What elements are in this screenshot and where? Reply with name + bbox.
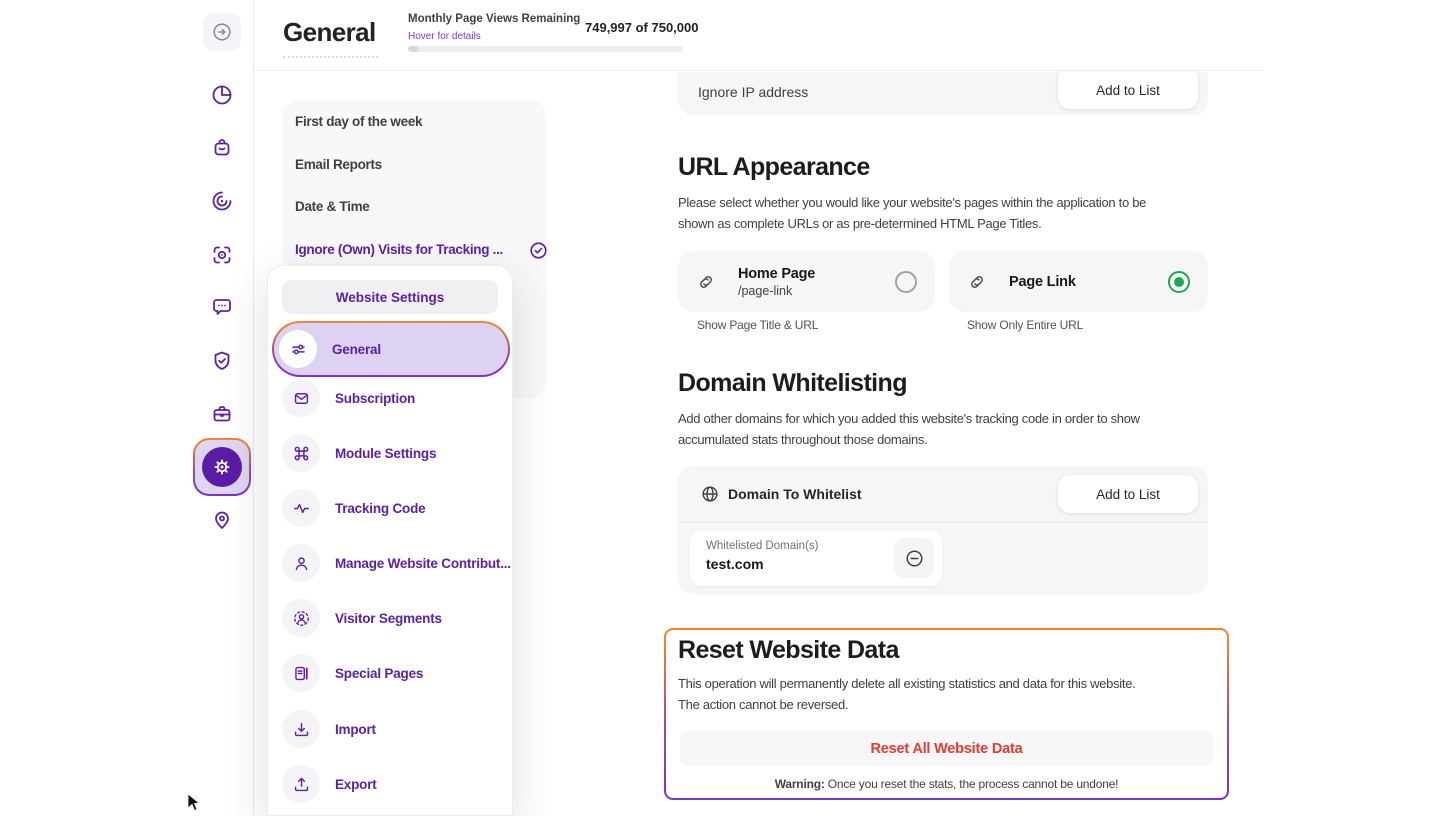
briefcase-icon[interactable] bbox=[202, 394, 242, 434]
settings-row-email-reports[interactable]: Email Reports bbox=[295, 157, 534, 177]
reset-description: This operation will permanently delete a… bbox=[678, 673, 1135, 715]
link-icon bbox=[967, 272, 987, 292]
link-icon bbox=[696, 272, 716, 292]
menu-item-label: Special Pages bbox=[335, 666, 423, 681]
whitelisted-domain-label: Whitelisted Domain(s) bbox=[706, 540, 818, 552]
sliders-icon bbox=[279, 330, 317, 368]
reset-warning: Warning: Once you reset the stats, the p… bbox=[666, 777, 1227, 791]
page-header: General Monthly Page Views Remaining Hov… bbox=[255, 0, 1264, 71]
sidebar-toggle-icon[interactable] bbox=[203, 13, 241, 51]
user-icon bbox=[282, 544, 320, 582]
domain-whitelist-card: Domain To Whitelist Add to List Whitelis… bbox=[678, 466, 1208, 594]
option-sublabel: /page-link bbox=[738, 284, 815, 298]
url-appearance-description: Please select whether you would like you… bbox=[678, 192, 1146, 234]
option-page-link[interactable]: Page Link bbox=[949, 251, 1208, 312]
settings-row-first-day[interactable]: First day of the week bbox=[295, 114, 534, 134]
pulse-icon bbox=[282, 489, 320, 527]
user-segment-icon bbox=[282, 599, 320, 637]
hover-for-details-link[interactable]: Hover for details bbox=[408, 31, 481, 42]
menu-item-label: Manage Website Contribut... bbox=[335, 556, 511, 571]
remove-domain-button[interactable] bbox=[894, 538, 934, 578]
bag-icon[interactable] bbox=[202, 128, 242, 168]
pie-chart-icon[interactable] bbox=[202, 75, 242, 115]
whitelisted-domain-value: test.com bbox=[706, 556, 764, 572]
settings-gear-button[interactable] bbox=[195, 440, 249, 494]
check-circle-icon bbox=[528, 240, 549, 261]
menu-item-label: Tracking Code bbox=[335, 501, 425, 516]
focus-icon[interactable] bbox=[202, 235, 242, 275]
menu-item-general-highlight: General bbox=[272, 321, 510, 377]
shield-check-icon[interactable] bbox=[202, 341, 242, 381]
settings-row-date-time[interactable]: Date & Time bbox=[295, 199, 534, 219]
menu-item-label: Subscription bbox=[335, 391, 415, 406]
minus-circle-icon bbox=[904, 548, 925, 569]
gear-icon bbox=[202, 447, 242, 487]
domain-to-whitelist-input[interactable]: Domain To Whitelist bbox=[728, 486, 862, 502]
pageviews-progress-bar bbox=[408, 46, 683, 52]
icon-rail bbox=[0, 0, 254, 816]
radio-unselected[interactable] bbox=[895, 271, 917, 293]
menu-item-tracking-code[interactable]: Tracking Code bbox=[278, 485, 504, 531]
divider bbox=[678, 522, 1208, 523]
pageviews-value: 749,997 of 750,000 bbox=[585, 20, 698, 35]
title-underline bbox=[283, 56, 378, 58]
location-pin-icon[interactable] bbox=[202, 501, 242, 541]
menu-item-label: General bbox=[332, 342, 381, 357]
website-settings-menu: Website Settings General Subscription Mo… bbox=[267, 265, 513, 816]
reset-website-data-card: Reset Website Data This operation will p… bbox=[666, 630, 1227, 798]
ignore-ip-input[interactable]: Ignore IP address bbox=[698, 84, 808, 100]
menu-item-import[interactable]: Import bbox=[278, 706, 504, 752]
pages-icon bbox=[282, 654, 320, 692]
domain-whitelisting-title: Domain Whitelisting bbox=[678, 369, 907, 398]
menu-item-general[interactable]: General bbox=[274, 323, 508, 375]
add-to-list-button-ip[interactable]: Add to List bbox=[1058, 72, 1198, 109]
settings-gear-highlight bbox=[193, 438, 251, 496]
menu-header: Website Settings bbox=[282, 280, 498, 314]
option-label: Home Page bbox=[738, 266, 815, 282]
menu-item-export[interactable]: Export bbox=[278, 761, 504, 807]
option-home-page[interactable]: Home Page /page-link bbox=[678, 251, 935, 312]
menu-item-label: Import bbox=[335, 722, 376, 737]
url-appearance-title: URL Appearance bbox=[678, 153, 870, 182]
settings-row-ignore-visits[interactable]: Ignore (Own) Visits for Tracking ... bbox=[295, 242, 534, 262]
option-caption: Show Page Title & URL bbox=[697, 318, 818, 332]
option-caption: Show Only Entire URL bbox=[967, 318, 1083, 332]
mouse-cursor bbox=[187, 793, 203, 813]
app-window: General Monthly Page Views Remaining Hov… bbox=[0, 0, 1456, 816]
command-icon bbox=[282, 434, 320, 472]
domain-whitelisting-description: Add other domains for which you added th… bbox=[678, 408, 1140, 450]
chat-icon[interactable] bbox=[202, 287, 242, 327]
menu-item-label: Export bbox=[335, 777, 377, 792]
radio-selected[interactable] bbox=[1168, 271, 1190, 293]
add-to-list-button-domain[interactable]: Add to List bbox=[1058, 475, 1198, 513]
whitelisted-domain-item: Whitelisted Domain(s) test.com bbox=[690, 530, 942, 586]
pageviews-label: Monthly Page Views Remaining bbox=[408, 13, 580, 25]
reset-section-highlight: Reset Website Data This operation will p… bbox=[664, 628, 1229, 800]
export-icon bbox=[282, 765, 320, 803]
menu-item-label: Visitor Segments bbox=[335, 611, 442, 626]
spiral-icon[interactable] bbox=[202, 181, 242, 221]
reset-all-website-data-button[interactable]: Reset All Website Data bbox=[680, 731, 1213, 766]
menu-item-label: Module Settings bbox=[335, 446, 436, 461]
page-title: General bbox=[283, 17, 376, 48]
import-icon bbox=[282, 710, 320, 748]
envelope-icon bbox=[282, 379, 320, 417]
menu-item-module-settings[interactable]: Module Settings bbox=[278, 430, 504, 476]
option-label: Page Link bbox=[1009, 274, 1076, 290]
reset-title: Reset Website Data bbox=[678, 636, 899, 665]
menu-item-manage-contributors[interactable]: Manage Website Contribut... bbox=[278, 540, 504, 586]
globe-icon bbox=[700, 484, 720, 504]
pageviews-progress-fill bbox=[408, 46, 419, 52]
menu-item-special-pages[interactable]: Special Pages bbox=[278, 650, 504, 696]
menu-item-visitor-segments[interactable]: Visitor Segments bbox=[278, 595, 504, 641]
menu-item-subscription[interactable]: Subscription bbox=[278, 375, 504, 421]
